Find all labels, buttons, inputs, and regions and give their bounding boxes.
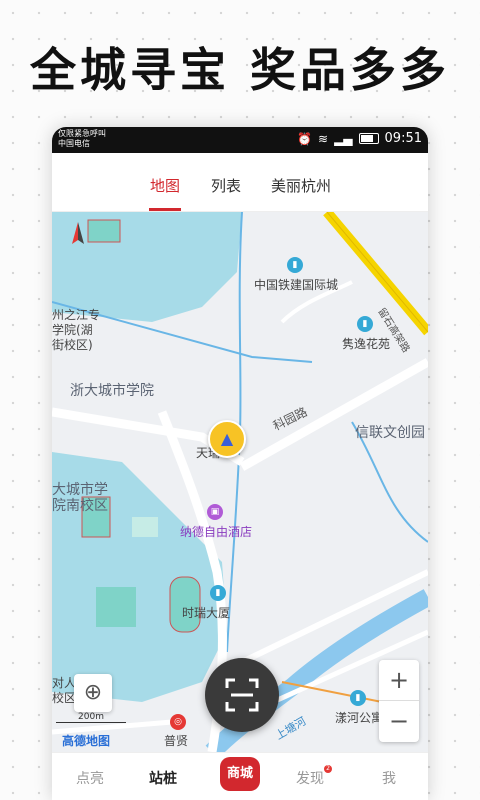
zoom-control: + − [379,660,419,742]
nav-light-up[interactable]: 点亮 [76,768,104,788]
signal-icon: ▂▄ [334,131,353,146]
locate-icon: ⊕ [83,680,103,705]
poi-zhijiang[interactable]: 州之江专 学院(湖 街校区) [52,308,100,353]
poi-china-railway[interactable]: 中国铁建国际城 [254,276,338,293]
tab-beautiful-hangzhou[interactable]: 美丽杭州 [271,175,331,196]
top-tabs: 地图 列表 美丽杭州 [52,153,428,212]
carrier-info: 仅限紧急呼叫 中国电信 [58,129,106,149]
bottom-nav: 点亮 站桩 商城 发现 2 我 [52,752,428,800]
zoom-out-button[interactable]: − [379,701,419,741]
nav-station[interactable]: 站桩 [149,768,177,788]
alarm-icon: ⏰ [297,131,312,146]
poi-bottom-left[interactable]: 对人 校区 [52,676,76,706]
scan-icon [225,678,259,712]
status-icons: ⏰ ≋ ▂▄ 09:51 [297,131,422,146]
battery-icon [358,133,379,144]
nav-discover[interactable]: 发现 [296,768,324,788]
puxian-icon: ◎ [170,714,186,730]
zoom-in-button[interactable]: + [379,660,419,701]
discover-badge: 2 [324,765,332,773]
tab-map[interactable]: 地图 [150,175,180,196]
scan-button[interactable] [205,658,279,732]
tab-active-indicator [149,208,181,211]
tab-list[interactable]: 列表 [211,175,241,196]
status-bar: 仅限紧急呼叫 中国电信 ⏰ ≋ ▂▄ 09:51 [52,127,428,153]
poi-zju-south[interactable]: 大城市学 院南校区 [52,482,108,514]
residence-icon: ▮ [357,316,373,332]
carrier-line1: 仅限紧急呼叫 [58,129,106,138]
poi-puxian[interactable]: 普贤 [164,732,188,749]
poi-yanghe[interactable]: 漾河公寓 [335,709,383,726]
office-icon: ▮ [210,585,226,601]
hotel-icon: ▣ [207,504,223,520]
treasure-marker-icon[interactable]: ▲ [208,420,246,458]
phone-screen: 仅限紧急呼叫 中国电信 ⏰ ≋ ▂▄ 09:51 地图 列表 美丽杭州 ▮ 中国… [52,127,428,800]
nav-mall-button[interactable]: 商城 [220,757,260,791]
clock: 09:51 [384,131,422,146]
poi-xinlian[interactable]: 信联文创园 [355,422,425,442]
building-icon: ▮ [287,257,303,273]
poi-zju-city[interactable]: 浙大城市学院 [70,380,154,400]
locate-button[interactable]: ⊕ [74,674,112,712]
poi-nade-hotel[interactable]: 纳德自由酒店 [180,523,252,540]
poi-juanyi[interactable]: 隽逸花苑 [342,335,390,352]
carrier-line2: 中国电信 [58,139,90,148]
nav-me[interactable]: 我 [382,768,396,788]
map-scale: 200m [56,712,126,723]
wifi-icon: ≋ [318,131,329,146]
poi-shirui[interactable]: 时瑞大厦 [182,604,230,621]
map-attribution: 高德地图 [62,734,111,748]
apartment-icon: ▮ [350,690,366,706]
promo-title: 全城寻宝 奖品多多 [29,43,450,97]
